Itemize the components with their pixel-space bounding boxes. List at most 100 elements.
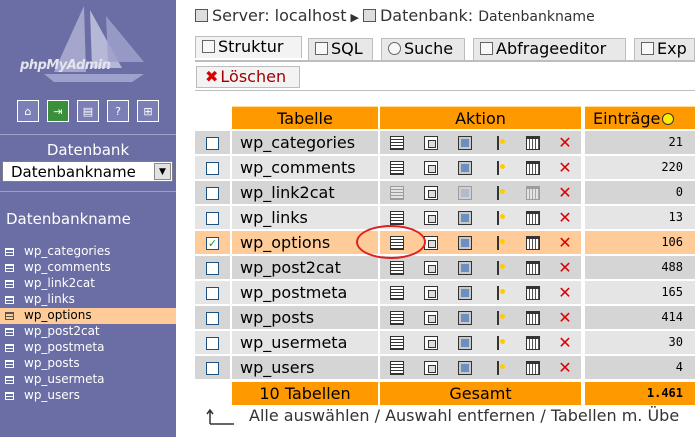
sidebar-item-wp-link2cat[interactable]: wp_link2cat [0, 276, 176, 292]
empty-icon[interactable] [526, 336, 540, 350]
row-checkbox-checked[interactable]: ✓ [206, 237, 219, 250]
tab-sql[interactable]: SQL [308, 38, 373, 60]
properties-icon[interactable] [491, 161, 505, 175]
empty-icon[interactable] [526, 236, 540, 250]
browse-icon[interactable] [390, 336, 404, 350]
select-icon[interactable] [424, 161, 438, 175]
sidebar-item-label[interactable]: wp_users [24, 388, 80, 402]
table-name[interactable]: wp_users [232, 356, 378, 380]
row-checkbox[interactable] [206, 312, 219, 325]
table-icon[interactable] [5, 328, 14, 336]
deselect-all-link[interactable]: Auswahl entfernen [385, 406, 535, 425]
drop-icon[interactable]: ✕ [558, 185, 572, 201]
select-icon[interactable] [424, 186, 438, 200]
insert-icon[interactable] [458, 311, 472, 325]
insert-icon[interactable] [458, 261, 472, 275]
insert-icon[interactable] [458, 236, 472, 250]
empty-icon[interactable] [526, 361, 540, 375]
info-icon[interactable] [662, 113, 675, 125]
sidebar-item-wp-links[interactable]: wp_links [0, 292, 176, 308]
table-icon[interactable] [5, 376, 14, 384]
select-icon[interactable] [424, 361, 438, 375]
properties-icon[interactable] [491, 286, 505, 300]
table-name[interactable]: wp_usermeta [232, 331, 378, 355]
sidebar-item-wp-usermeta[interactable]: wp_usermeta [0, 372, 176, 388]
row-checkbox[interactable] [206, 262, 219, 275]
insert-icon[interactable] [458, 136, 472, 150]
select-icon[interactable] [424, 211, 438, 225]
browse-icon[interactable] [390, 161, 404, 175]
browse-icon[interactable] [390, 136, 404, 150]
sidebar-item-wp-posts[interactable]: wp_posts [0, 356, 176, 372]
table-icon[interactable] [5, 248, 14, 256]
drop-icon[interactable]: ✕ [558, 210, 572, 226]
table-name[interactable]: wp_links [232, 206, 378, 230]
home-icon[interactable]: ⌂ [17, 100, 39, 122]
drop-icon[interactable]: ✕ [558, 360, 572, 376]
sidebar-item-label[interactable]: wp_options [24, 308, 92, 322]
properties-icon[interactable] [491, 336, 505, 350]
row-checkbox[interactable] [206, 337, 219, 350]
drop-icon[interactable]: ✕ [558, 260, 572, 276]
table-name[interactable]: wp_posts [232, 306, 378, 330]
row-checkbox[interactable] [206, 287, 219, 300]
sidebar-item-label[interactable]: wp_categories [24, 244, 110, 258]
sidebar-item-wp-options[interactable]: wp_options [0, 308, 176, 324]
table-icon[interactable] [5, 296, 14, 304]
row-checkbox[interactable] [206, 362, 219, 375]
insert-icon[interactable] [458, 361, 472, 375]
table-icon[interactable] [5, 344, 14, 352]
sidebar-item-label[interactable]: wp_post2cat [24, 324, 100, 338]
browse-icon[interactable] [390, 211, 404, 225]
tab-suche[interactable]: Suche [381, 38, 465, 60]
browse-icon[interactable] [390, 361, 404, 375]
properties-icon[interactable] [491, 261, 505, 275]
properties-icon[interactable] [491, 361, 505, 375]
help-icon[interactable]: ? [107, 100, 129, 122]
select-icon[interactable] [424, 261, 438, 275]
insert-icon[interactable] [458, 186, 472, 200]
table-icon[interactable] [5, 392, 14, 400]
drop-icon[interactable]: ✕ [558, 235, 572, 251]
drop-icon[interactable]: ✕ [558, 160, 572, 176]
properties-icon[interactable] [491, 211, 505, 225]
insert-icon[interactable] [458, 286, 472, 300]
insert-icon[interactable] [458, 336, 472, 350]
row-checkbox[interactable] [206, 137, 219, 150]
table-icon[interactable] [5, 280, 14, 288]
table-name[interactable]: wp_link2cat [232, 181, 378, 205]
table-icon[interactable] [5, 264, 14, 272]
sidebar-item-label[interactable]: wp_posts [24, 356, 80, 370]
table-name[interactable]: wp_categories [232, 131, 378, 155]
drop-icon[interactable]: ✕ [558, 285, 572, 301]
select-icon[interactable] [424, 311, 438, 325]
exit-icon[interactable]: ⇥ [47, 100, 69, 122]
empty-icon[interactable] [526, 161, 540, 175]
browse-icon[interactable] [390, 261, 404, 275]
drop-icon[interactable]: ✕ [558, 135, 572, 151]
properties-icon[interactable] [491, 311, 505, 325]
empty-icon[interactable] [526, 211, 540, 225]
database-link[interactable]: Datenbankname [478, 9, 594, 25]
tab-abfrageeditor[interactable]: Abfrageeditor [473, 38, 626, 60]
sidebar-item-wp-comments[interactable]: wp_comments [0, 260, 176, 276]
table-name[interactable]: wp_post2cat [232, 256, 378, 280]
empty-icon[interactable] [526, 286, 540, 300]
empty-icon[interactable] [526, 136, 540, 150]
properties-icon[interactable] [491, 236, 505, 250]
empty-icon[interactable] [526, 261, 540, 275]
database-name-link[interactable]: Datenbankname [6, 210, 131, 228]
select-icon[interactable] [424, 286, 438, 300]
select-icon[interactable] [424, 336, 438, 350]
column-header-eintraege[interactable]: Einträge [585, 106, 695, 129]
select-icon[interactable] [424, 136, 438, 150]
row-checkbox[interactable] [206, 187, 219, 200]
row-checkbox[interactable] [206, 212, 219, 225]
sidebar-item-wp-postmeta[interactable]: wp_postmeta [0, 340, 176, 356]
database-select[interactable]: Datenbankname ▼ [2, 161, 173, 182]
sidebar-item-label[interactable]: wp_links [24, 292, 75, 306]
sidebar-item-wp-post2cat[interactable]: wp_post2cat [0, 324, 176, 340]
sidebar-item-label[interactable]: wp_usermeta [24, 372, 105, 386]
query-icon[interactable]: ⊞ [137, 100, 159, 122]
drop-icon[interactable]: ✕ [558, 310, 572, 326]
